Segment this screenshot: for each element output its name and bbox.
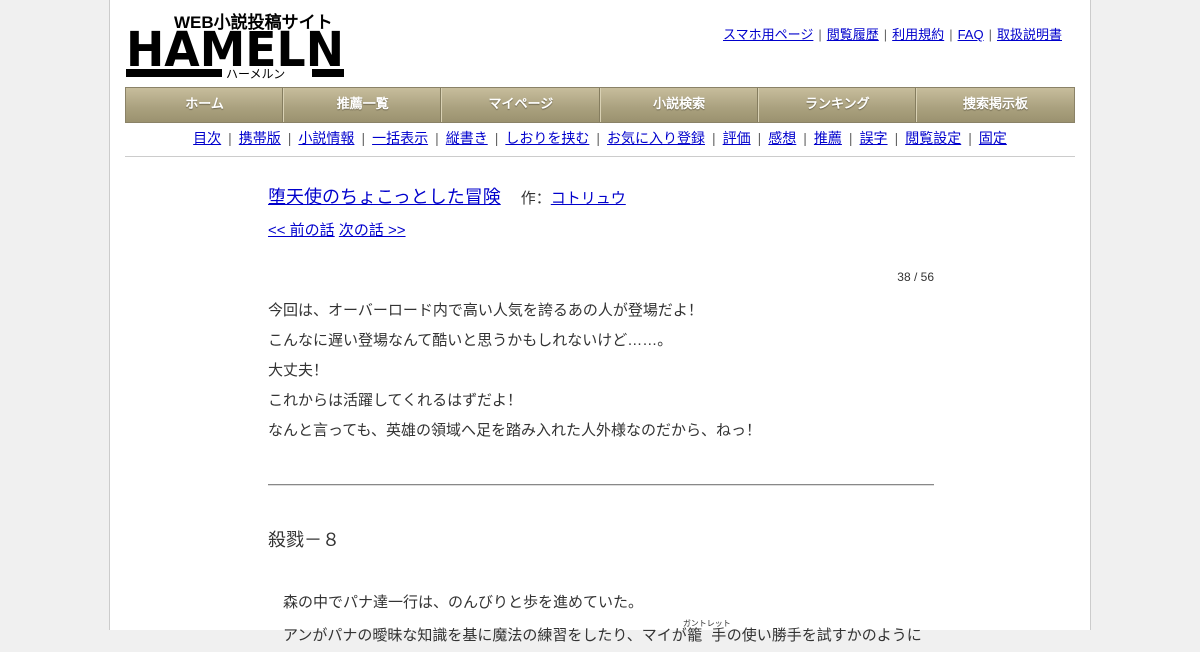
subnav-mobile[interactable]: 携帯版 (239, 130, 281, 146)
author-line: 作：コトリュウ (521, 190, 626, 207)
logo-kana: ハーメルン (226, 67, 285, 80)
episode-pager: << 前の話 次の話 >> (268, 219, 934, 240)
subnav-review[interactable]: 感想 (768, 130, 796, 146)
top-link-manual[interactable]: 取扱説明書 (997, 27, 1062, 42)
subnav-vertical[interactable]: 縦書き (446, 130, 488, 146)
hameln-logo[interactable]: WEB小説投稿サイト HAMELN ハーメルン (126, 10, 346, 81)
foreword-line: 今回は、オーバーロード内で高い人気を誇るあの人が登場だよ！ (268, 302, 703, 319)
subnav-rating[interactable]: 評価 (723, 130, 751, 146)
separator: | (228, 130, 232, 146)
episode-count: 38 / 56 (897, 270, 934, 284)
nav-recommend-list[interactable]: 推薦一覧 (284, 88, 443, 122)
separator: | (894, 130, 899, 146)
separator: | (712, 130, 716, 146)
top-links: スマホ用ページ | 閲覧履歴 | 利用規約 | FAQ | 取扱説明書 (723, 24, 1062, 43)
separator: | (596, 130, 600, 146)
subnav-bookmark[interactable]: しおりを挟む (505, 130, 589, 146)
separator: | (968, 130, 972, 146)
hameln-logo-graphic: WEB小説投稿サイト HAMELN ハーメルン (126, 12, 344, 81)
nav-mypage[interactable]: マイページ (442, 88, 601, 122)
foreword-line: 大丈夫！ (268, 362, 329, 379)
separator: | (757, 130, 762, 146)
foreword-line: これからは活躍してくれるはずだよ！ (268, 392, 522, 409)
top-link-faq[interactable]: FAQ (958, 27, 984, 42)
header-divider (125, 156, 1075, 157)
separator: | (988, 27, 992, 42)
nav-home[interactable]: ホーム (126, 88, 285, 122)
body-line: 森の中でパナ達一行は、のんびりと歩を進めていた。 (283, 594, 644, 611)
top-link-terms[interactable]: 利用規約 (892, 27, 944, 42)
subnav-show-all[interactable]: 一括表示 (372, 130, 428, 146)
separator: | (287, 130, 292, 146)
subnav-recommend[interactable]: 推薦 (814, 130, 842, 146)
subnav-pin[interactable]: 固定 (979, 130, 1007, 146)
separator: | (494, 130, 499, 146)
foreword: 今回は、オーバーロード内で高い人気を誇るあの人が登場だよ！ こんなに遅い登場なん… (268, 296, 934, 446)
nav-novel-search[interactable]: 小説検索 (601, 88, 759, 122)
top-link-history[interactable]: 閲覧履歴 (827, 27, 879, 42)
page-container: WEB小説投稿サイト HAMELN ハーメルン スマホ用ページ | 閲覧履歴 | 利用規… (109, 0, 1091, 644)
subnav-view-settings[interactable]: 閲覧設定 (905, 130, 961, 146)
logo-underline-left (126, 69, 222, 77)
novel-sub-nav: 目次 | 携帯版 | 小説情報 | 一括表示 | 縦書き | しおりを挟む | お気に入り登録 | 評価 | 感… (125, 128, 1075, 148)
subnav-novel-info[interactable]: 小説情報 (298, 130, 354, 146)
chapter-title: 殺戮－８ (268, 530, 340, 550)
chapter-body: 森の中でパナ達一行は、のんびりと歩を進めていた。 アンがパナの曖昧な知識を基に魔… (268, 586, 934, 652)
prev-episode-link[interactable]: << 前の話 (268, 222, 335, 239)
separator: | (818, 27, 822, 42)
separator: | (848, 130, 853, 146)
body-line: アンがパナの曖昧な知識を基に魔法の練習をしたり、マイが籠手ガントレットの使い勝手… (283, 619, 934, 652)
author-link[interactable]: コトリュウ (551, 190, 626, 207)
top-link-mobile[interactable]: スマホ用ページ (723, 27, 813, 42)
main-nav: ホーム 推薦一覧 マイページ 小説検索 ランキング 捜索掲示板 (125, 87, 1075, 123)
ruby-reading: ガントレット (682, 619, 731, 628)
subnav-favorite[interactable]: お気に入り登録 (607, 130, 705, 146)
logo-underline-right (312, 69, 344, 77)
nav-search-board[interactable]: 捜索掲示板 (917, 88, 1074, 122)
next-episode-link[interactable]: 次の話 >> (339, 222, 406, 239)
foreword-line: こんなに遅い登場なんて酷いと思うかもしれないけど……。 (268, 332, 673, 349)
separator: | (361, 130, 366, 146)
separator: | (435, 130, 439, 146)
foreword-divider (268, 484, 934, 486)
foreword-line: なんと言っても、英雄の領域へ足を踏み入れた人外様なのだから、ねっ！ (268, 422, 762, 439)
separator: | (803, 130, 807, 146)
nav-ranking[interactable]: ランキング (759, 88, 917, 122)
separator: | (949, 27, 953, 42)
subnav-typo[interactable]: 誤字 (860, 130, 888, 146)
novel-content: 堕天使のちょこっとした冒険 作：コトリュウ << 前の話 次の話 >> 38 / … (268, 183, 934, 652)
subnav-toc[interactable]: 目次 (193, 130, 221, 146)
novel-title-row: 堕天使のちょこっとした冒険 作：コトリュウ (268, 183, 934, 209)
author-prefix: 作： (520, 190, 551, 207)
novel-title-link[interactable]: 堕天使のちょこっとした冒険 (268, 187, 501, 207)
separator: | (883, 27, 888, 42)
